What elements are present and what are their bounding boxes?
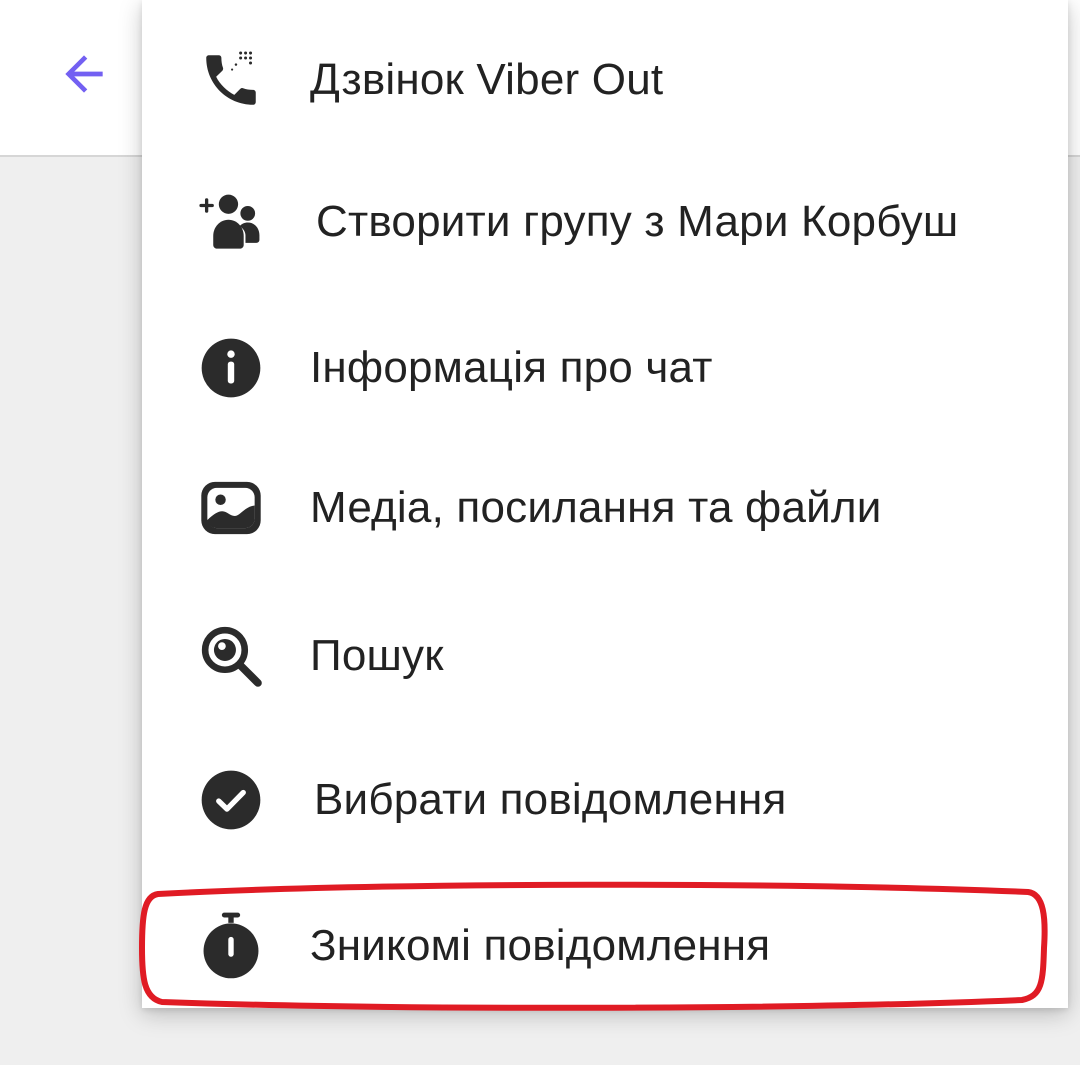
back-button[interactable] bbox=[44, 34, 124, 114]
check-circle-icon bbox=[198, 767, 264, 833]
info-icon bbox=[198, 335, 264, 401]
add-group-icon bbox=[198, 189, 264, 255]
menu-item-label: Створити групу з Мари Корбуш bbox=[316, 197, 959, 246]
menu-item-search[interactable]: Пошук bbox=[142, 586, 1068, 726]
menu-item-label: Дзвінок Viber Out bbox=[310, 55, 664, 104]
menu-item-disappearing-messages[interactable]: Зникомі повідомлення bbox=[142, 876, 1068, 1016]
menu-item-select-messages[interactable]: Вибрати повідомлення bbox=[142, 730, 1068, 870]
arrow-left-icon bbox=[65, 55, 103, 93]
menu-item-label: Медіа, посилання та файли bbox=[310, 483, 882, 532]
phone-viber-out-icon bbox=[198, 47, 264, 113]
menu-item-label: Вибрати повідомлення bbox=[314, 775, 787, 824]
image-icon bbox=[198, 475, 264, 541]
menu-item-create-group[interactable]: Створити групу з Мари Корбуш bbox=[142, 152, 1068, 292]
menu-item-media-links-files[interactable]: Медіа, посилання та файли bbox=[142, 438, 1068, 578]
menu-item-viber-out-call[interactable]: Дзвінок Viber Out bbox=[142, 10, 1068, 150]
menu-item-chat-info[interactable]: Інформація про чат bbox=[142, 298, 1068, 438]
search-icon bbox=[198, 623, 264, 689]
menu-item-label: Інформація про чат bbox=[310, 343, 713, 392]
overflow-menu: Дзвінок Viber Out Створити групу з Мари … bbox=[142, 0, 1068, 1008]
menu-item-label: Пошук bbox=[310, 631, 444, 680]
menu-item-label: Зникомі повідомлення bbox=[310, 921, 771, 970]
timer-icon bbox=[198, 912, 264, 979]
